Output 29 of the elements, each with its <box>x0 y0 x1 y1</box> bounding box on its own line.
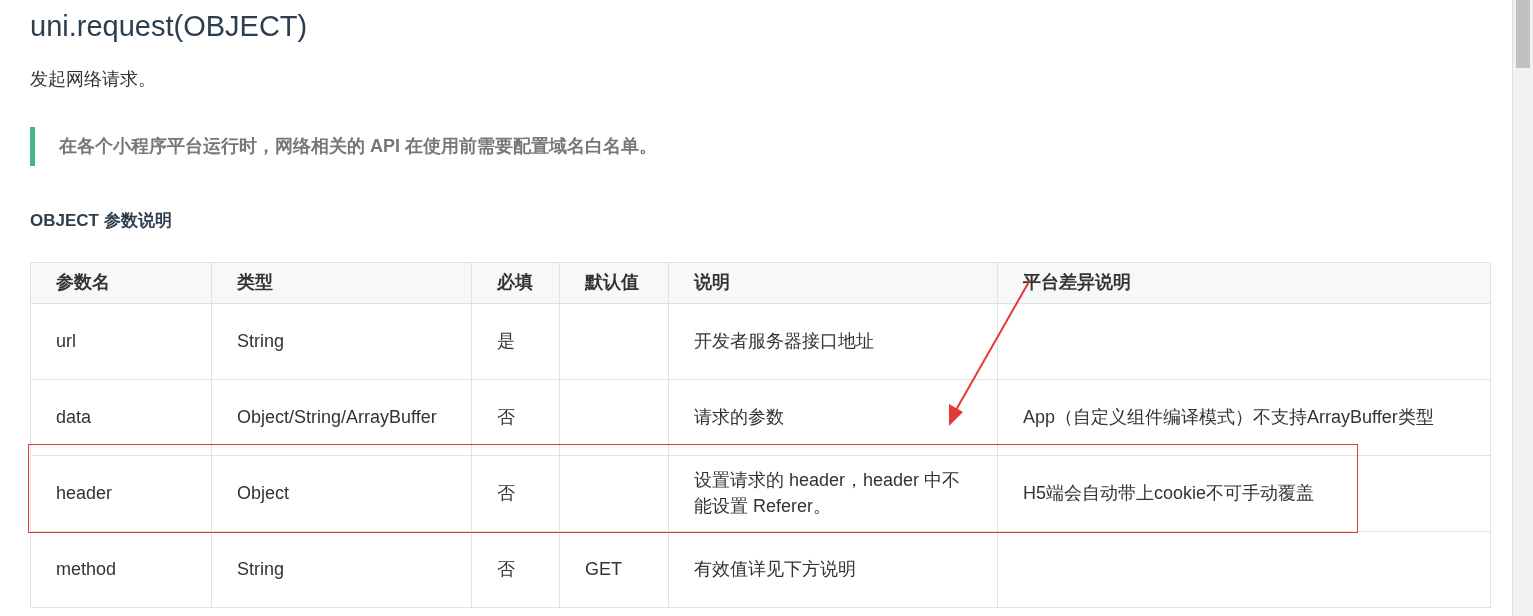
table-cell-text: 设置请求的 header，header 中不能设置 Referer。 <box>694 469 962 518</box>
table-cell-text: 是 <box>497 330 515 353</box>
table-cell-text: App（自定义组件编译模式）不支持ArrayBuffer类型 <box>1023 406 1434 429</box>
table-cell-text: 开发者服务器接口地址 <box>694 330 874 353</box>
table-cell-text: 否 <box>497 558 515 581</box>
column-header: 平台差异说明 <box>1023 271 1131 294</box>
table-cell-text: Object/String/ArrayBuffer <box>237 406 437 429</box>
table-cell-text: String <box>237 330 285 353</box>
table-cell-text: Object <box>237 482 290 505</box>
table-cell-text: 有效值详见下方说明 <box>694 558 856 581</box>
table-cell-text: GET <box>585 558 622 581</box>
table-cell-text: H5端会自动带上cookie不可手动覆盖 <box>1023 482 1315 505</box>
table-cell-text: 请求的参数 <box>694 406 784 429</box>
column-header: 默认值 <box>585 271 639 294</box>
column-header: 必填 <box>497 271 533 294</box>
column-header: 参数名 <box>56 271 110 294</box>
page-title: uni.request(OBJECT) <box>30 9 308 44</box>
column-header: 类型 <box>237 271 273 294</box>
table-cell-text: method <box>56 558 117 581</box>
table-cell-text: 否 <box>497 406 515 429</box>
table-cell-text: data <box>56 406 92 429</box>
description: 发起网络请求。 <box>30 68 156 91</box>
tip-text: 在各个小程序平台运行时，网络相关的 API 在使用前需要配置域名白名单。 <box>59 136 657 156</box>
table-cell-text: url <box>56 330 76 353</box>
table-cell-text: header <box>56 482 113 505</box>
section-title: OBJECT 参数说明 <box>30 210 172 232</box>
table-cell-text: 否 <box>497 482 515 505</box>
table-cell-text: String <box>237 558 285 581</box>
column-header: 说明 <box>694 271 730 294</box>
